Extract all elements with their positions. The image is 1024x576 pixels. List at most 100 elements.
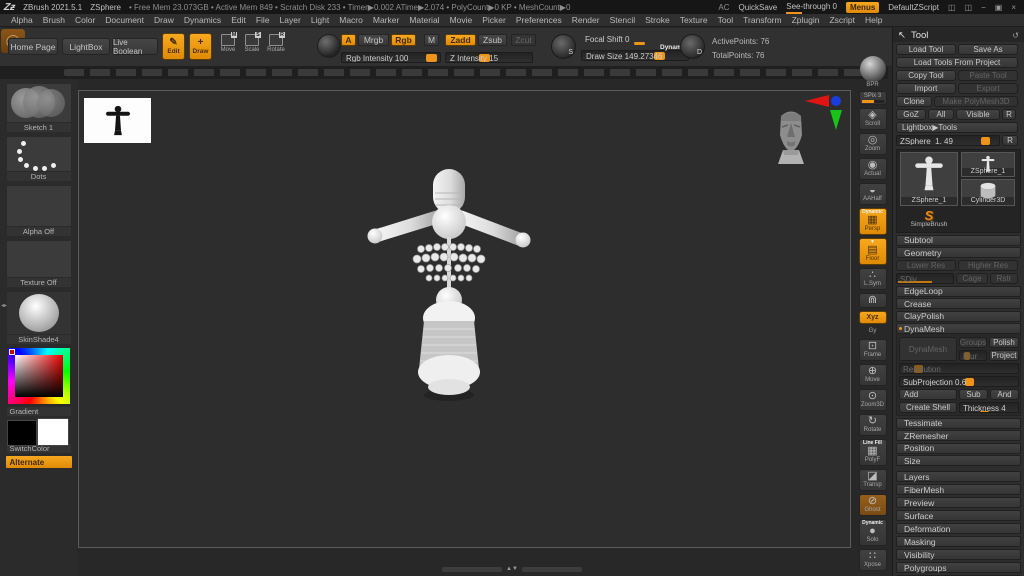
mrgb-button[interactable]: Mrgb [358, 34, 389, 46]
active-tool-thumbnail[interactable]: ZSphere_1 [900, 152, 958, 206]
and-button[interactable]: And [990, 389, 1019, 400]
spix-slider[interactable]: SPix 3 [859, 91, 887, 105]
import-button[interactable]: Import [896, 83, 956, 94]
switch-color-swatches[interactable] [7, 418, 71, 444]
document-canvas[interactable] [78, 90, 851, 548]
lower-res-button[interactable]: Lower Res [896, 260, 956, 271]
geometry-subsection[interactable]: Position [896, 443, 1021, 454]
menu-item[interactable]: Material [404, 15, 444, 25]
edit-button[interactable]: ✎ Edit [162, 33, 185, 60]
zcut-button[interactable]: Zcut [511, 34, 536, 46]
move-button[interactable]: M Move [217, 34, 239, 60]
polish-button[interactable]: Polish [989, 337, 1019, 348]
stroke-selector-icon[interactable]: S [551, 34, 576, 59]
default-zscript-button[interactable]: DefaultZScript [888, 3, 939, 12]
m-button[interactable]: M [424, 34, 439, 46]
tool-section[interactable]: Preview [896, 497, 1021, 508]
dock-right-icon[interactable]: ◫ [965, 3, 973, 12]
menu-item[interactable]: Alpha [6, 15, 38, 25]
right-shelf-item[interactable]: ⋒ [859, 293, 887, 308]
tool-thumbnail-cylinder3d[interactable]: Cylinder3D [961, 179, 1015, 206]
dynamesh-button[interactable]: DynaMesh [899, 337, 957, 361]
menu-item[interactable]: Edit [226, 15, 251, 25]
dock-left-icon[interactable]: ◫ [948, 3, 956, 12]
top-tray-divider[interactable] [0, 66, 888, 79]
rotate-button[interactable]: R Rotate [265, 34, 287, 60]
menu-item[interactable]: Stencil [605, 15, 641, 25]
menu-item[interactable]: Preferences [511, 15, 567, 25]
rstr-button[interactable]: Rstr [990, 273, 1018, 284]
goz-r-button[interactable]: R [1002, 109, 1016, 120]
menu-item[interactable]: Render [567, 15, 605, 25]
right-shelf-item[interactable]: ⊡ Frame [859, 339, 887, 361]
tool-section[interactable]: Surface [896, 510, 1021, 521]
menu-item[interactable]: Document [100, 15, 149, 25]
stroke-thumbnail[interactable] [6, 136, 72, 172]
goz-all-button[interactable]: All [928, 109, 954, 120]
right-shelf-item[interactable]: Xyz [859, 311, 887, 324]
close-icon[interactable]: × [1011, 3, 1016, 12]
tool-thumbnail-zsphere[interactable]: ZSphere_1 [961, 152, 1015, 177]
gradient-toggle[interactable]: Gradient [7, 407, 71, 416]
menu-item[interactable]: Brush [38, 15, 70, 25]
geometry-subsection[interactable]: Tessimate [896, 418, 1021, 429]
sub-button[interactable]: Sub [959, 389, 988, 400]
menu-item[interactable]: Color [70, 15, 100, 25]
rgb-intensity-slider[interactable]: Rgb Intensity 100 [341, 52, 441, 63]
scale-button[interactable]: S Scale [241, 34, 263, 60]
right-shelf-item[interactable]: ◉ Actual [859, 158, 887, 180]
dynamesh-section[interactable]: DynaMesh [896, 323, 1021, 334]
menu-item[interactable]: Macro [334, 15, 368, 25]
menu-item[interactable]: Dynamics [179, 15, 226, 25]
right-shelf-item[interactable]: ⊙ Zoom3D [859, 389, 887, 411]
menu-item[interactable]: Layer [275, 15, 306, 25]
subtool-section[interactable]: Subtool [896, 235, 1021, 246]
menu-item[interactable]: Stroke [640, 15, 675, 25]
right-shelf-item[interactable]: Gy [859, 327, 887, 336]
tool-section[interactable]: Visibility [896, 549, 1021, 560]
right-shelf-item[interactable]: ◒ AAHalf [859, 183, 887, 205]
menu-item[interactable]: Texture [675, 15, 713, 25]
menu-item[interactable]: Draw [149, 15, 179, 25]
resolution-slider[interactable]: Resolution [899, 363, 1019, 374]
saturation-value-square[interactable] [15, 355, 63, 397]
left-tray-resize-handle[interactable]: ◂▸ [0, 288, 8, 322]
tool-palette-header[interactable]: ↖ Tool ↺ [893, 28, 1024, 42]
right-shelf-item[interactable]: Dynamic ● Solo [859, 519, 887, 546]
tool-section[interactable]: Deformation [896, 523, 1021, 534]
menu-item[interactable]: Light [306, 15, 334, 25]
brush-thumbnail[interactable] [6, 83, 72, 123]
reset-icon[interactable]: ↺ [1012, 31, 1019, 40]
menu-item[interactable]: Zscript [824, 15, 860, 25]
bottom-tray-divider[interactable]: ▲▼ [412, 565, 612, 573]
zsphere-model[interactable] [359, 159, 539, 419]
save-as-button[interactable]: Save As [958, 44, 1018, 55]
main-color-swatch[interactable] [7, 420, 37, 446]
create-shell-button[interactable]: Create Shell [899, 402, 957, 413]
project-button[interactable]: Project [989, 350, 1019, 361]
a-button[interactable]: A [341, 34, 356, 46]
quicksave-button[interactable]: QuickSave [739, 3, 778, 12]
tool-section[interactable]: Polygroups [896, 562, 1021, 573]
minimize-icon[interactable]: − [981, 3, 986, 12]
tray-arrows-icon[interactable]: ▲▼ [506, 566, 518, 572]
alpha-thumbnail[interactable] [6, 185, 72, 227]
right-shelf-item[interactable]: ◎ Zoom [859, 133, 887, 155]
color-picker[interactable] [8, 348, 70, 404]
add-button[interactable]: Add [899, 389, 957, 400]
right-shelf-item[interactable]: Dynamic ▦ Persp [859, 208, 887, 235]
alpha-selector-icon[interactable]: D [680, 34, 705, 59]
tool-r-button[interactable]: R [1002, 135, 1018, 146]
lightbox-button[interactable]: LightBox [62, 38, 110, 55]
menu-item[interactable]: Movie [445, 15, 478, 25]
right-shelf-item[interactable]: ↻ Rotate [859, 414, 887, 436]
right-shelf-item[interactable]: Line Fill ▦ PolyF [859, 439, 887, 466]
groups-button[interactable]: Groups [959, 337, 987, 348]
geometry-subsection[interactable]: ZRemesher [896, 430, 1021, 441]
copy-tool-button[interactable]: Copy Tool [896, 70, 956, 81]
claypolish-section[interactable]: ClayPolish [896, 311, 1021, 322]
home-page-button[interactable]: Home Page [8, 38, 58, 55]
tool-section[interactable]: Layers [896, 471, 1021, 482]
right-shelf-item[interactable]: ▼ ▤ Floor [859, 238, 887, 265]
menu-item[interactable]: File [251, 15, 275, 25]
